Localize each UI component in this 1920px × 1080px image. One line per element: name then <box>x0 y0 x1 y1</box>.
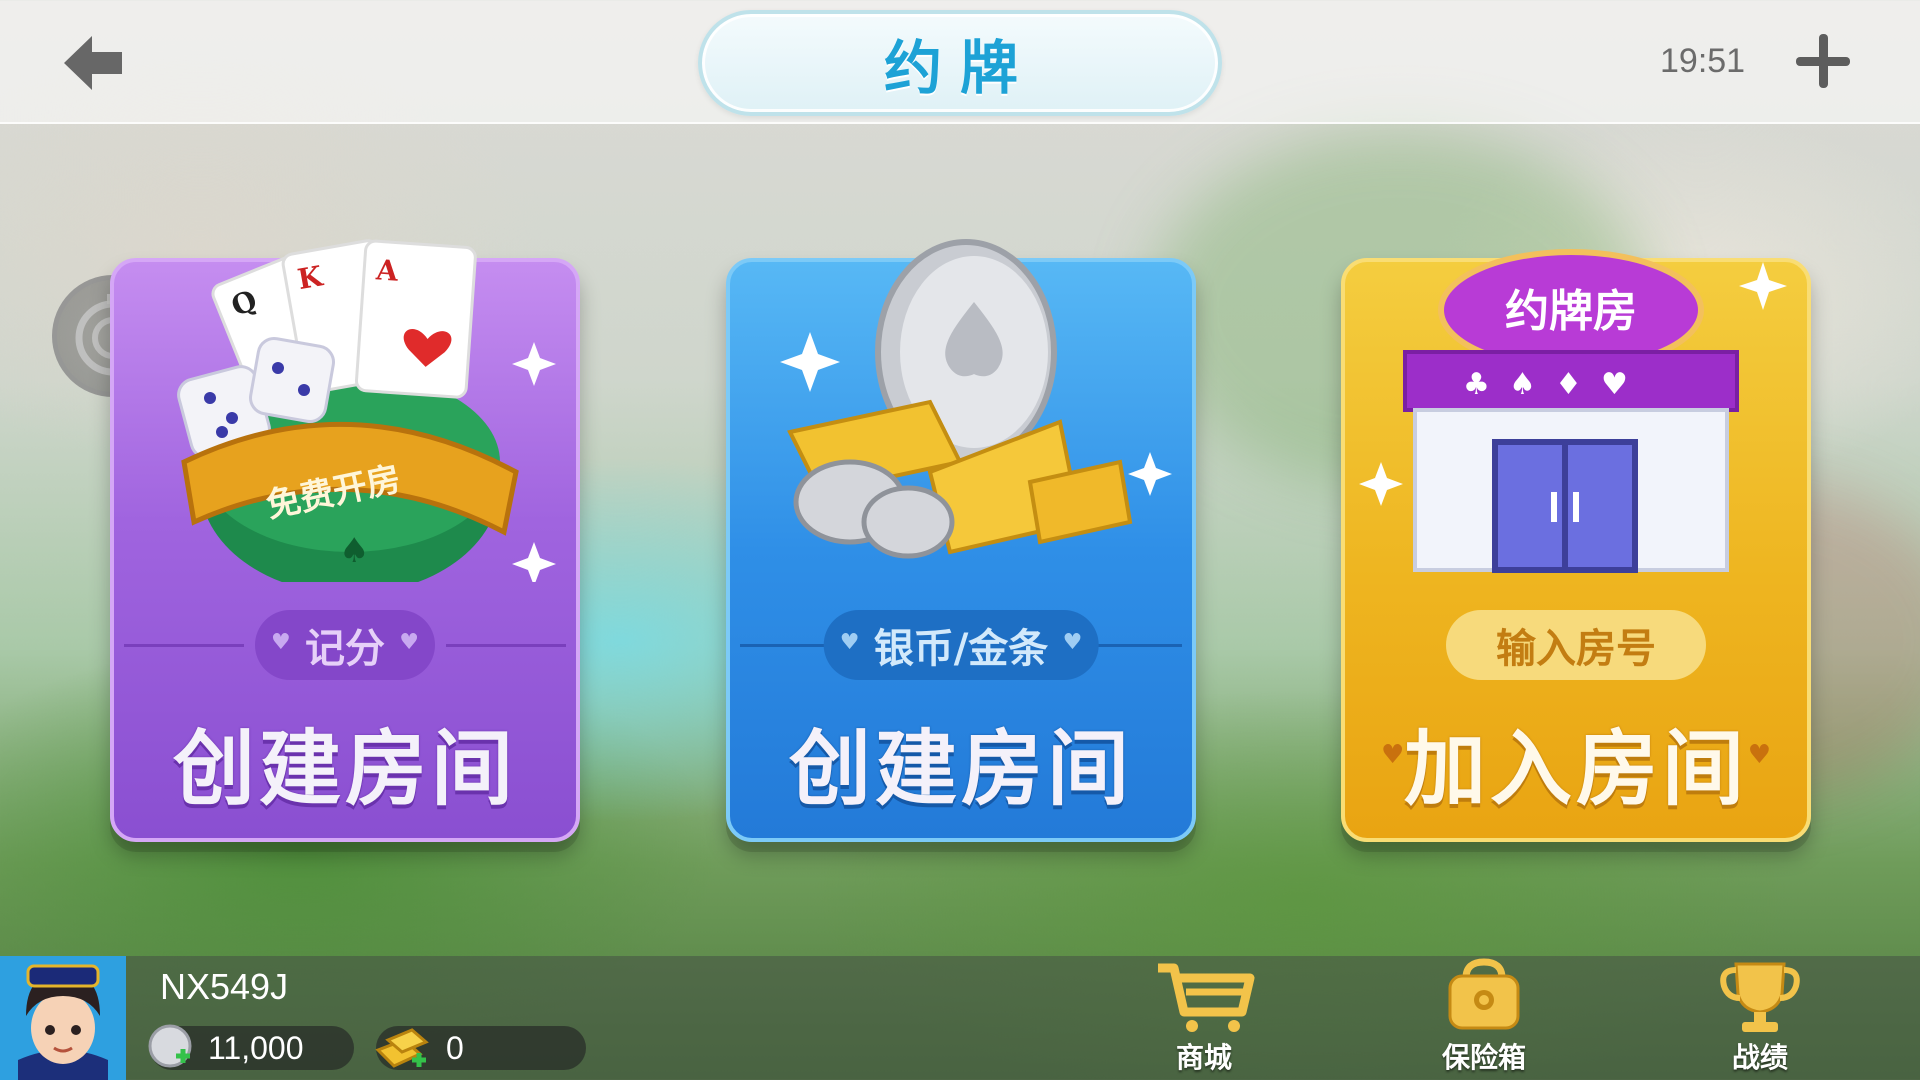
svg-text:♥: ♥ <box>1601 367 1628 402</box>
safe-label: 保险箱 <box>1441 1041 1526 1074</box>
heart-icon: ♥ <box>1062 630 1083 655</box>
username: NX549J <box>160 966 289 1007</box>
create-room-label: 创建房间 <box>788 722 1133 817</box>
gold-bar-icon <box>375 1028 429 1068</box>
bottom-bar: NX549J 11,000 0 商城 保险箱 战绩 <box>0 956 1920 1080</box>
shop-label: 商城 <box>1175 1041 1232 1074</box>
player-avatar-icon <box>0 956 126 1080</box>
trophy-icon <box>1720 962 1800 1032</box>
cart-icon <box>1158 963 1255 1032</box>
back-arrow-icon <box>64 36 122 90</box>
join-room-card[interactable]: 约牌房 ♣ ♠ ♦ ♥ 输入房号 ♥ ♥ 加入房间 <box>1341 249 1811 842</box>
silver-coin-icon <box>148 1024 192 1068</box>
divider <box>446 644 566 647</box>
silver-amount: 11,000 <box>208 1030 304 1066</box>
mode-tag-label: 输入房号 <box>1496 626 1656 672</box>
divider <box>124 644 244 647</box>
safe-button[interactable]: 保险箱 <box>1414 956 1554 1080</box>
gold-balance[interactable]: 0 <box>375 1026 586 1070</box>
gold-amount: 0 <box>446 1030 464 1066</box>
create-room-score-card[interactable]: Q K A 免费开房 ♠ ♥ 记分 ♥ 创建房间 <box>110 239 580 842</box>
mode-tag-label: 记分 <box>305 626 385 672</box>
heart-icon: ♥ <box>839 630 860 655</box>
records-button[interactable]: 战绩 <box>1690 956 1830 1080</box>
avatar[interactable] <box>0 956 126 1080</box>
records-label: 战绩 <box>1731 1041 1788 1074</box>
clock: 19:51 <box>1660 42 1746 80</box>
cards-dice-illustration: Q K A 免费开房 ♠ <box>177 239 556 582</box>
create-room-currency-card[interactable]: ♥ 银币/金条 ♥ 创建房间 <box>726 239 1196 842</box>
safe-icon <box>1448 958 1520 1030</box>
top-bar: 约牌 19:51 <box>0 0 1920 124</box>
mode-tag: ♥ 记分 ♥ <box>255 610 435 680</box>
svg-text:♠: ♠ <box>1509 367 1536 402</box>
svg-text:♣: ♣ <box>1463 367 1490 402</box>
silver-balance[interactable]: 11,000 <box>148 1024 354 1070</box>
room-building-illustration: 约牌房 ♣ ♠ ♦ ♥ <box>1359 249 1787 573</box>
svg-text:♠: ♠ <box>339 531 369 571</box>
plus-icon[interactable] <box>1794 32 1852 90</box>
coins-gold-illustration <box>780 239 1172 559</box>
page-title: 约牌 <box>883 34 1036 102</box>
mode-tag: ♥ 银币/金条 ♥ <box>823 610 1099 680</box>
heart-icon: ♥ <box>399 630 419 655</box>
title-banner: 约牌 <box>698 10 1222 116</box>
heart-icon: ♥ <box>271 630 291 655</box>
enter-room-number-tag: 输入房号 <box>1446 610 1706 680</box>
create-room-label: 创建房间 <box>172 722 517 817</box>
mode-tag-label: 银币/金条 <box>873 626 1049 672</box>
badge-text: 约牌房 <box>1505 286 1637 337</box>
svg-text:♦: ♦ <box>1555 367 1582 402</box>
svg-text:A: A <box>374 253 400 288</box>
back-button[interactable] <box>58 28 128 98</box>
join-room-label: 加入房间 <box>1403 722 1748 817</box>
shop-button[interactable]: 商城 <box>1134 956 1274 1080</box>
